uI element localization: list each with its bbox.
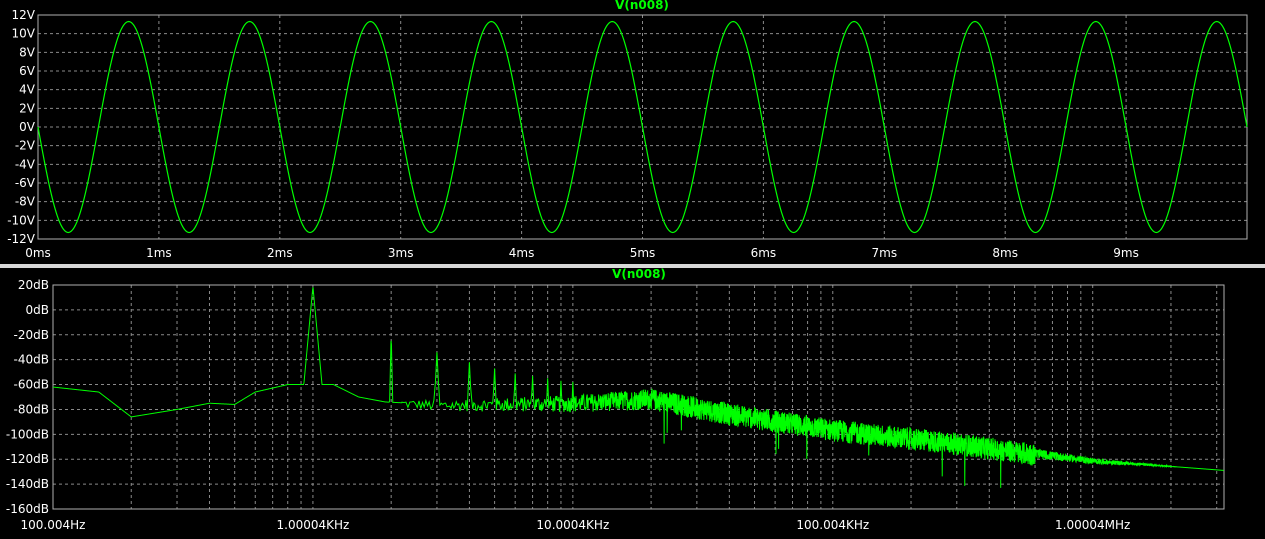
y-tick-label: -12V [7, 232, 36, 246]
x-tick-label: 100.004Hz [21, 518, 86, 532]
y-tick-label: 2V [19, 101, 36, 115]
y-tick-label: -120dB [6, 452, 49, 466]
y-tick-label: -160dB [6, 502, 49, 516]
x-axis-tick-labels: 0ms 1ms 2ms 3ms 4ms 5ms 6ms 7ms 8ms 9ms [25, 246, 1139, 260]
x-tick-label: 9ms [1113, 246, 1139, 260]
ltspice-waveform-viewer: 12V 10V 8V 6V 4V 2V 0V -2V -4V -6V -8V -10V -12V 0ms… [0, 0, 1265, 535]
time-domain-pane[interactable]: 12V 10V 8V 6V 4V 2V 0V -2V -4V -6V -8V -10V -12V 0ms… [0, 0, 1265, 264]
y-tick-label: 4V [19, 83, 36, 97]
x-tick-label: 0ms [25, 246, 51, 260]
trace-title[interactable]: V(n008) [612, 267, 666, 281]
y-tick-label: -80dB [14, 402, 49, 416]
fft-pane[interactable]: 20dB 0dB -20dB -40dB -60dB -80dB -100dB -120dB -… [0, 267, 1265, 535]
x-tick-label: 4ms [509, 246, 535, 260]
y-tick-label: 12V [12, 8, 36, 22]
y-tick-label: -8V [15, 195, 36, 209]
trace [52, 287, 1224, 488]
time-domain-plot[interactable]: 12V 10V 8V 6V 4V 2V 0V -2V -4V -6V -8V -10V -12V 0ms… [0, 0, 1265, 264]
spectrum-trace-line [52, 287, 1224, 488]
x-tick-label: 8ms [992, 246, 1018, 260]
y-tick-label: -4V [15, 157, 36, 171]
y-tick-label: -6V [15, 176, 36, 190]
x-axis-tick-labels: 100.004Hz 1.00004KHz 10.0004KHz 100.004KHz 1… [21, 518, 1131, 532]
x-tick-label: 1ms [146, 246, 172, 260]
y-axis-tick-labels: 20dB 0dB -20dB -40dB -60dB -80dB -100dB -120dB -… [6, 278, 49, 516]
x-tick-label: 6ms [751, 246, 777, 260]
x-tick-label: 1.00004KHz [277, 518, 350, 532]
x-tick-label: 10.0004KHz [536, 518, 609, 532]
trace-title[interactable]: V(n008) [615, 0, 669, 12]
x-tick-label: 3ms [388, 246, 414, 260]
fft-plot[interactable]: 20dB 0dB -20dB -40dB -60dB -80dB -100dB -120dB -… [0, 267, 1265, 535]
x-tick-label: 2ms [267, 246, 293, 260]
y-tick-label: 8V [19, 45, 36, 59]
x-tick-label: 1.00004MHz [1055, 518, 1130, 532]
y-tick-label: 10V [12, 27, 36, 41]
y-tick-label: -2V [15, 139, 36, 153]
x-tick-label: 5ms [630, 246, 656, 260]
y-tick-label: -140dB [6, 477, 49, 491]
x-tick-label: 7ms [872, 246, 898, 260]
y-tick-label: 20dB [18, 278, 49, 292]
y-tick-label: -40dB [14, 353, 49, 367]
y-tick-label: 0dB [26, 303, 49, 317]
y-tick-label: -60dB [14, 378, 49, 392]
x-tick-label: 100.004KHz [796, 518, 869, 532]
y-tick-label: -20dB [14, 328, 49, 342]
y-tick-label: 0V [19, 120, 36, 134]
y-axis-tick-labels: 12V 10V 8V 6V 4V 2V 0V -2V -4V -6V -8V -10V -12V [7, 8, 36, 246]
y-tick-label: -100dB [6, 427, 49, 441]
y-tick-label: -10V [7, 213, 36, 227]
y-tick-label: 6V [19, 64, 36, 78]
